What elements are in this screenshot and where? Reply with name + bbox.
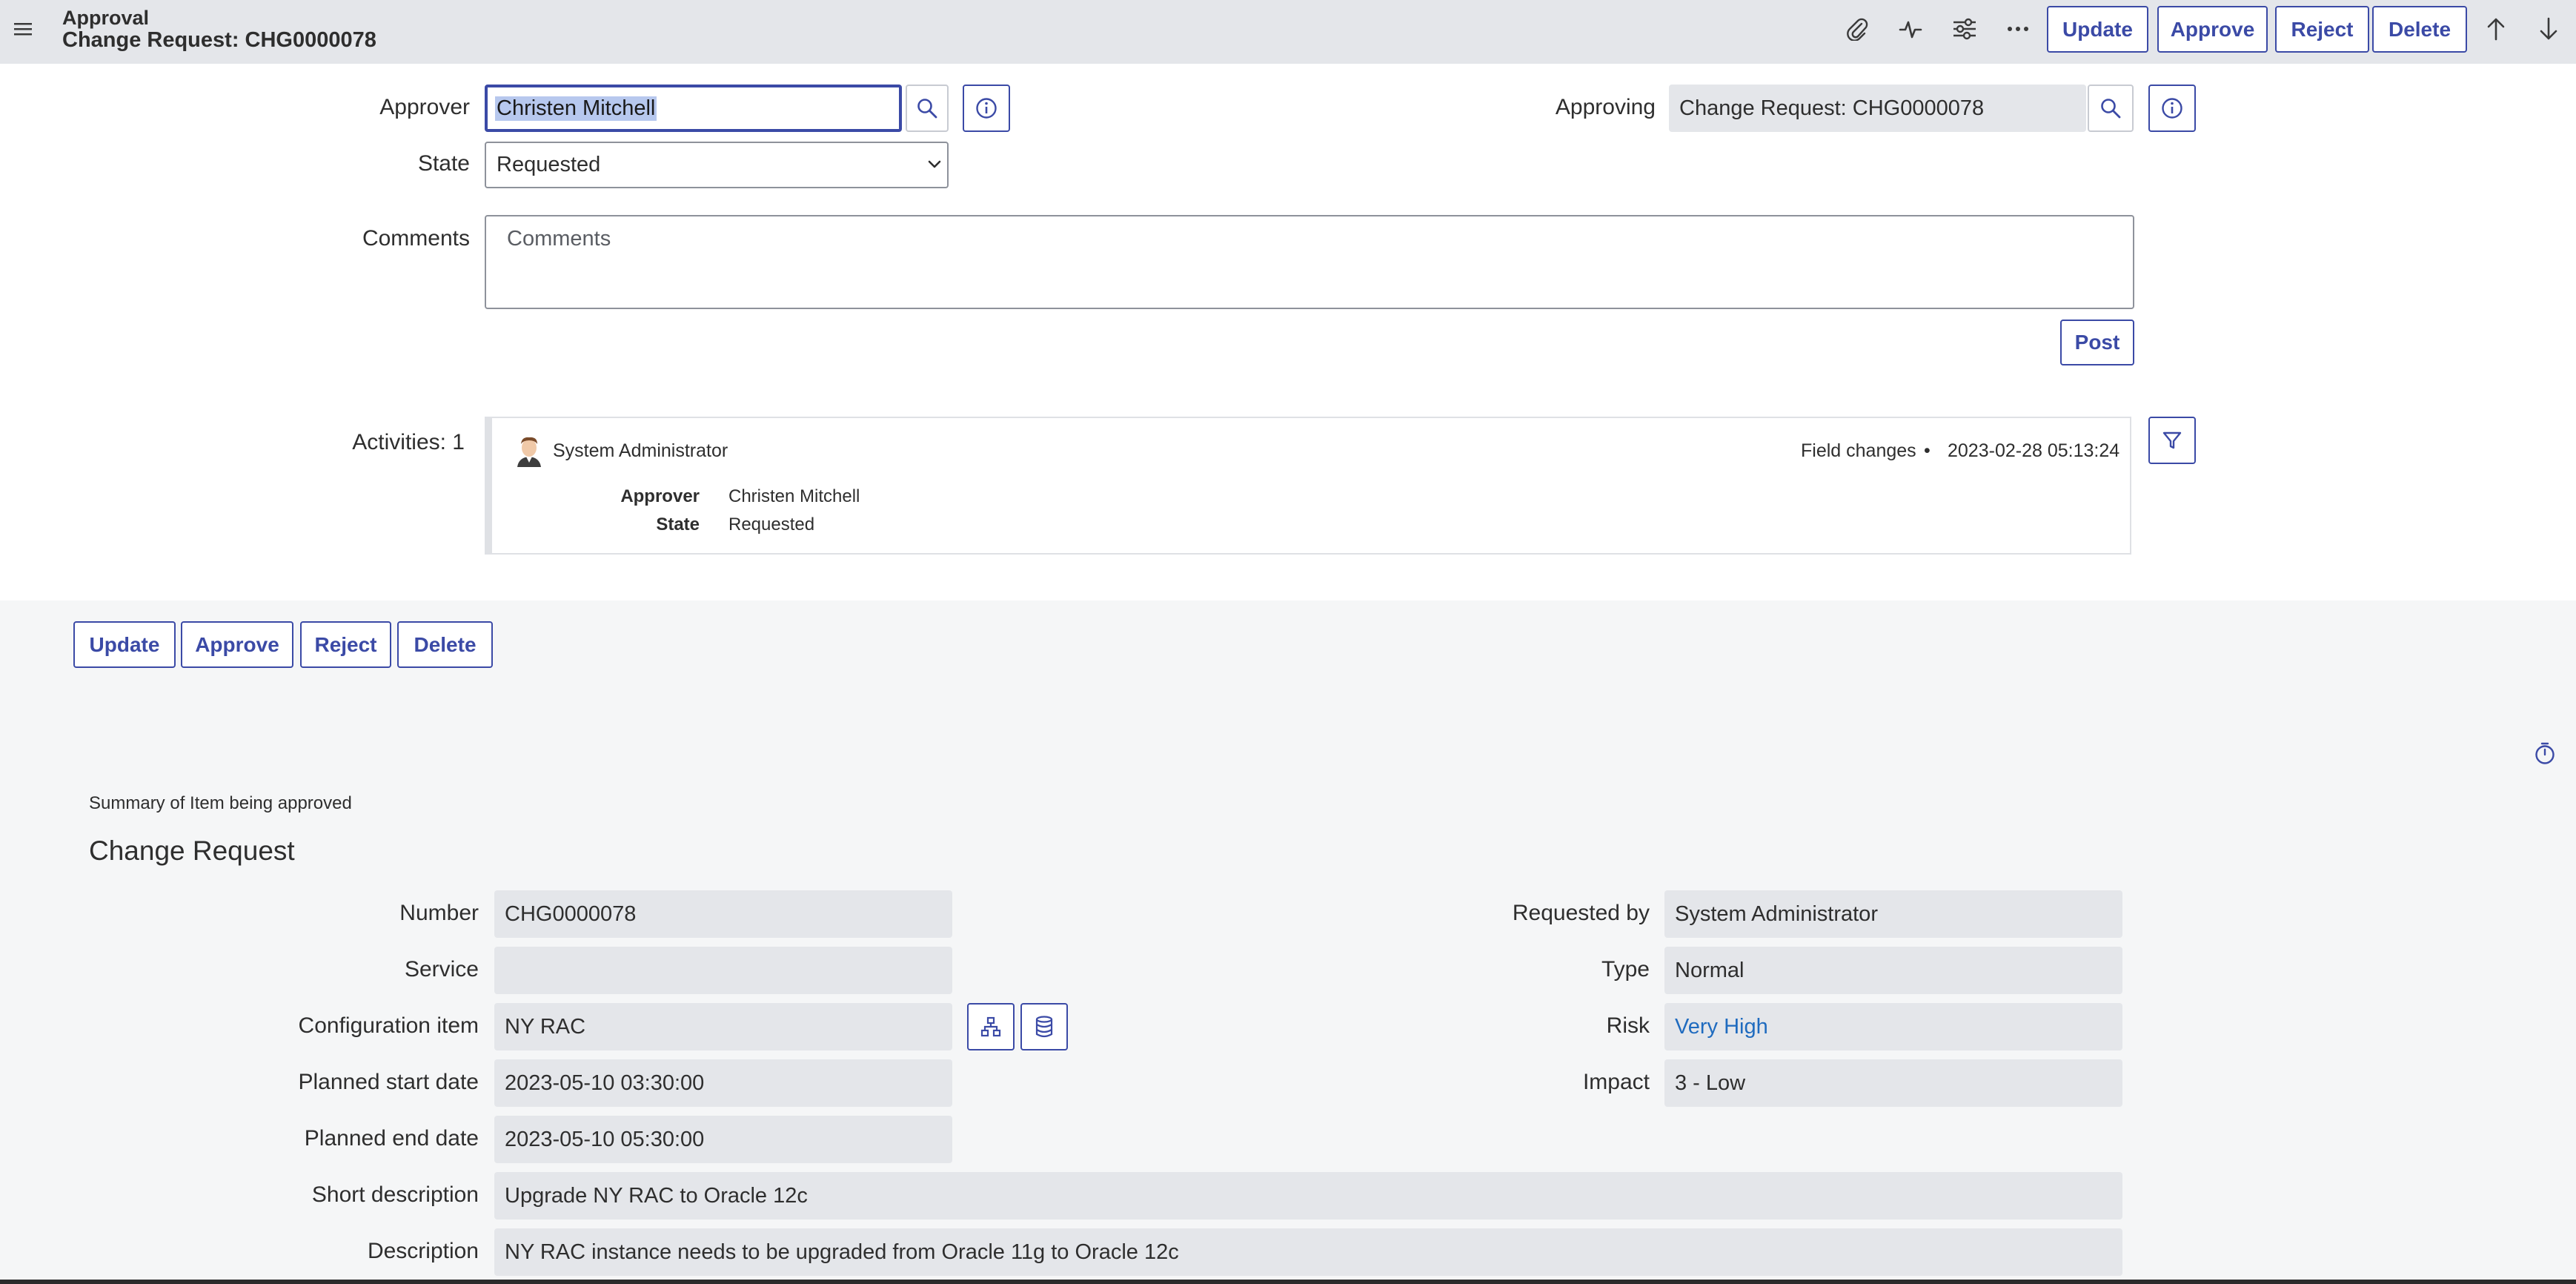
comments-placeholder: Comments xyxy=(507,227,611,251)
approver-lookup-button[interactable] xyxy=(906,85,949,132)
timer-icon[interactable] xyxy=(2534,741,2556,765)
search-icon xyxy=(917,99,937,119)
approver-input[interactable]: Christen Mitchell xyxy=(485,85,902,132)
activity-type: Field changes xyxy=(1801,440,1916,461)
type-label: Type xyxy=(1601,957,1650,982)
state-select[interactable]: Requested xyxy=(485,142,949,188)
approver-info-button[interactable] xyxy=(963,85,1010,132)
hierarchy-icon xyxy=(980,1016,1001,1037)
approver-value: Christen Mitchell xyxy=(495,96,657,121)
risk-field: Very High xyxy=(1664,1003,2122,1050)
activity-entry-card: System Administrator Field changes • 202… xyxy=(485,417,2131,555)
ci-database-button[interactable] xyxy=(1020,1003,1068,1050)
configuration-item-field: NY RAC xyxy=(494,1003,952,1050)
impact-field: 3 - Low xyxy=(1664,1059,2122,1107)
activity-icon[interactable] xyxy=(1895,13,1926,44)
requested-by-label: Requested by xyxy=(1512,901,1650,925)
type-field: Normal xyxy=(1664,947,2122,994)
change-value-state: Requested xyxy=(728,514,815,535)
comments-textarea[interactable]: Comments xyxy=(485,215,2134,309)
planned-start-date-field: 2023-05-10 03:30:00 xyxy=(494,1059,952,1107)
info-icon xyxy=(2162,98,2182,119)
impact-label: Impact xyxy=(1582,1070,1650,1094)
approving-info-button[interactable] xyxy=(2148,85,2196,132)
post-button[interactable]: Post xyxy=(2060,320,2134,365)
approve-button[interactable]: Approve xyxy=(2157,6,2268,53)
risk-label: Risk xyxy=(1606,1013,1650,1038)
chevron-down-icon xyxy=(928,160,941,168)
number-field: CHG0000078 xyxy=(494,890,952,938)
planned-start-date-label: Planned start date xyxy=(298,1070,479,1094)
search-icon xyxy=(2101,99,2121,119)
state-selected-value: Requested xyxy=(497,153,601,176)
summary-heading: Change Request xyxy=(89,835,295,866)
info-icon xyxy=(976,98,997,119)
approving-field: Change Request: CHG0000078 xyxy=(1669,85,2086,132)
service-field xyxy=(494,947,952,994)
settings-sliders-icon[interactable] xyxy=(1949,13,1980,44)
description-label: Description xyxy=(367,1239,479,1263)
database-icon xyxy=(1035,1016,1053,1038)
approver-label: Approver xyxy=(379,95,470,119)
activity-timestamp: 2023-02-28 05:13:24 xyxy=(1948,440,2120,461)
paperclip-icon[interactable] xyxy=(1842,13,1873,44)
comments-label: Comments xyxy=(362,226,470,251)
number-label: Number xyxy=(399,901,479,925)
bottom-approve-button[interactable]: Approve xyxy=(181,621,293,668)
activity-user: System Administrator xyxy=(553,440,728,461)
activities-label: Activities: 1 xyxy=(352,430,465,454)
arrow-up-icon[interactable] xyxy=(2480,13,2512,44)
requested-by-field: System Administrator xyxy=(1664,890,2122,938)
bottom-update-button[interactable]: Update xyxy=(73,621,176,668)
activity-separator: • xyxy=(1924,440,1931,461)
filter-icon xyxy=(2162,431,2182,449)
form-title: Approval xyxy=(62,7,150,29)
change-field-state: State xyxy=(656,514,700,535)
approving-lookup-button[interactable] xyxy=(2088,85,2134,132)
summary-caption: Summary of Item being approved xyxy=(89,793,352,813)
update-button[interactable]: Update xyxy=(2047,6,2148,53)
planned-end-date-field: 2023-05-10 05:30:00 xyxy=(494,1116,952,1163)
avatar xyxy=(514,434,544,467)
approving-label: Approving xyxy=(1555,95,1656,119)
configuration-item-label: Configuration item xyxy=(298,1013,479,1038)
form-header: Approval Change Request: CHG0000078 Upda… xyxy=(0,0,2576,64)
activity-filter-button[interactable] xyxy=(2148,417,2196,464)
related-section: Update Approve Reject Delete Summary of … xyxy=(0,600,2576,1284)
menu-icon[interactable] xyxy=(7,13,39,44)
bottom-reject-button[interactable]: Reject xyxy=(300,621,391,668)
ci-relationships-button[interactable] xyxy=(967,1003,1015,1050)
planned-end-date-label: Planned end date xyxy=(304,1126,479,1151)
description-field: NY RAC instance needs to be upgraded fro… xyxy=(494,1228,2122,1276)
bottom-edge xyxy=(0,1280,2576,1284)
service-label: Service xyxy=(404,957,479,982)
reject-button[interactable]: Reject xyxy=(2275,6,2369,53)
change-field-approver: Approver xyxy=(620,486,700,506)
delete-button[interactable]: Delete xyxy=(2372,6,2467,53)
short-description-label: Short description xyxy=(311,1182,479,1207)
form-subtitle: Change Request: CHG0000078 xyxy=(62,28,376,52)
more-options-icon[interactable] xyxy=(2002,13,2034,44)
bottom-delete-button[interactable]: Delete xyxy=(397,621,493,668)
short-description-field: Upgrade NY RAC to Oracle 12c xyxy=(494,1172,2122,1220)
state-label: State xyxy=(417,151,470,176)
change-value-approver: Christen Mitchell xyxy=(728,486,860,506)
arrow-down-icon[interactable] xyxy=(2533,13,2564,44)
